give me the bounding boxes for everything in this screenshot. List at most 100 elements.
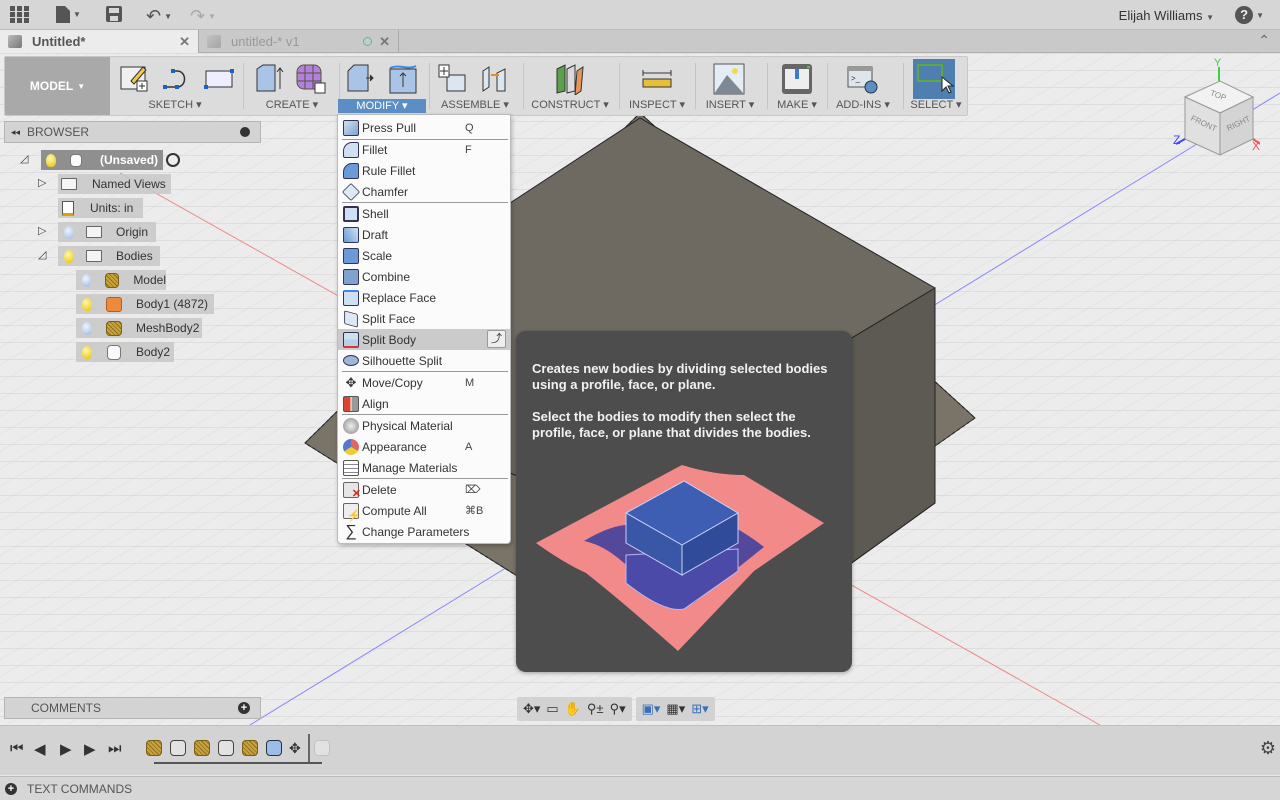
offset-plane-icon[interactable] (553, 63, 585, 96)
save-button[interactable] (106, 6, 122, 22)
menu-item-align[interactable]: Align (338, 393, 510, 414)
inspect-dropdown[interactable]: INSPECT ▾ (621, 98, 693, 111)
orbit-icon[interactable]: ✥▾ (523, 701, 540, 717)
timeline-body-feature[interactable] (218, 740, 234, 756)
timeline-mesh-feature[interactable] (146, 740, 162, 756)
tree-item-bodies[interactable]: Bodies (58, 246, 160, 266)
visibility-bulb-icon[interactable] (64, 225, 74, 239)
timeline-split-feature[interactable] (314, 740, 330, 756)
add-ins-dropdown[interactable]: ADD-INS ▾ (829, 98, 897, 111)
step-back-icon[interactable]: ◀ (34, 740, 46, 758)
menu-item-manage-materials[interactable]: Manage Materials (338, 457, 510, 478)
new-component-icon[interactable] (437, 63, 469, 95)
close-tab-icon[interactable]: ✕ (179, 34, 190, 50)
menu-item-chamfer[interactable]: Chamfer (338, 181, 510, 202)
menu-item-draft[interactable]: Draft (338, 224, 510, 245)
file-menu-button[interactable]: ▼ (56, 6, 81, 23)
menu-item-scale[interactable]: Scale (338, 245, 510, 266)
timeline-box-feature[interactable] (266, 740, 282, 756)
insert-image-icon[interactable] (713, 63, 745, 95)
tree-item-named-views[interactable]: Named Views (58, 174, 171, 194)
menu-item-move-copy[interactable]: ✥ Move/Copy M (338, 372, 510, 393)
select-dropdown[interactable]: SELECT ▾ (907, 98, 965, 111)
line-sketch-icon[interactable] (161, 63, 193, 95)
workspace-switcher[interactable]: MODEL ▼ (5, 57, 110, 115)
create-group[interactable]: CREATE ▾ (247, 57, 337, 115)
visibility-bulb-icon[interactable] (82, 273, 91, 287)
menu-item-replace-face[interactable]: Replace Face (338, 287, 510, 308)
tree-root[interactable]: (Unsaved) (41, 150, 163, 170)
sketch-group[interactable]: SKETCH ▾ (115, 57, 235, 115)
select-icon[interactable] (913, 59, 955, 99)
menu-item-fillet[interactable]: Fillet F (338, 139, 510, 160)
menu-item-appearance[interactable]: Appearance A (338, 436, 510, 457)
tree-item-body2[interactable]: Body2 (76, 342, 174, 362)
menu-item-split-face[interactable]: Split Face (338, 308, 510, 329)
create-dropdown[interactable]: CREATE ▾ (247, 98, 337, 111)
timeline-marker[interactable] (308, 734, 310, 764)
tab-untitled-v1[interactable]: untitled-* v1 ✕ (199, 30, 399, 53)
tree-item-origin[interactable]: Origin (58, 222, 156, 242)
step-forward-icon[interactable]: ▶ (60, 740, 72, 758)
sketch-dropdown[interactable]: SKETCH ▾ (115, 98, 235, 111)
close-tab-icon[interactable]: ✕ (379, 34, 390, 50)
insert-dropdown[interactable]: INSERT ▾ (697, 98, 763, 111)
modify-dropdown[interactable]: MODIFY ▾ (338, 99, 426, 113)
text-commands-bar[interactable]: + TEXT COMMANDS (0, 776, 1280, 800)
timeline-mesh-feature[interactable] (194, 740, 210, 756)
timeline-settings-gear-icon[interactable]: ⚙ (1260, 738, 1276, 759)
replace-face-icon[interactable] (388, 63, 420, 95)
add-ins-group[interactable]: >_ ADD-INS ▾ (829, 57, 897, 115)
fit-window-icon[interactable]: ⚲▾ (610, 701, 626, 717)
menu-item-rule-fillet[interactable]: Rule Fillet (338, 160, 510, 181)
comments-panel-header[interactable]: COMMENTS + (4, 697, 261, 719)
go-to-start-icon[interactable]: ⏮ (10, 740, 24, 757)
user-menu[interactable]: Elijah Williams ▼ (1119, 8, 1214, 23)
timeline-move-feature-icon[interactable]: ✥ (289, 740, 301, 757)
zoom-icon[interactable]: ⚲± (587, 701, 604, 717)
grid-settings-icon[interactable]: ▦▾ (666, 701, 685, 717)
collapse-triangle-icon[interactable]: ◿ (38, 248, 46, 261)
form-icon[interactable] (295, 63, 327, 95)
chevron-up-icon[interactable]: ⌃ (1258, 32, 1270, 49)
activate-radio-icon[interactable] (166, 153, 180, 167)
rectangle-sketch-icon[interactable] (203, 63, 235, 95)
play-icon[interactable]: ▶ (84, 740, 96, 758)
timeline-body-feature[interactable] (170, 740, 186, 756)
assemble-group[interactable]: ASSEMBLE ▾ (431, 57, 519, 115)
view-cube[interactable]: Y Z X TOP FRONT RIGHT (1170, 57, 1263, 171)
extrude-icon[interactable] (253, 63, 285, 95)
redo-button[interactable]: ↷ ▼ (190, 6, 216, 27)
display-settings-icon[interactable]: ▣▾ (642, 701, 661, 717)
assemble-dropdown[interactable]: ASSEMBLE ▾ (431, 98, 519, 111)
menu-item-physical-material[interactable]: Physical Material (338, 415, 510, 436)
menu-item-silhouette-split[interactable]: Silhouette Split (338, 350, 510, 371)
tree-item-body1[interactable]: Body1 (4872) (76, 294, 214, 314)
inspect-group[interactable]: INSPECT ▾ (621, 57, 693, 115)
make-group[interactable]: MAKE ▾ (769, 57, 825, 115)
visibility-bulb-icon[interactable] (46, 153, 56, 167)
menu-item-change-parameters[interactable]: ∑ Change Parameters (338, 521, 510, 542)
visibility-bulb-icon[interactable] (64, 249, 74, 263)
construct-dropdown[interactable]: CONSTRUCT ▾ (525, 98, 615, 111)
visibility-bulb-icon[interactable] (82, 321, 92, 335)
menu-item-delete[interactable]: ✕ Delete ⌦ (338, 479, 510, 500)
add-comment-icon[interactable]: + (238, 702, 250, 714)
undo-button[interactable]: ↶ ▼ (146, 6, 172, 27)
menu-item-split-body[interactable]: Split Body ⤴ (338, 329, 510, 350)
visibility-bulb-icon[interactable] (82, 345, 92, 359)
go-to-end-icon[interactable]: ⏭ (108, 740, 122, 757)
visibility-bulb-icon[interactable] (82, 297, 92, 311)
expand-triangle-icon[interactable]: ▷ (38, 224, 46, 237)
scripts-icon[interactable]: >_ (847, 63, 879, 95)
pin-to-toolbar-icon[interactable]: ⤴ (487, 330, 506, 348)
expand-triangle-icon[interactable]: ▷ (38, 176, 46, 189)
pan-hand-icon[interactable]: ✋ (565, 701, 581, 717)
tab-untitled[interactable]: Untitled* ✕ (0, 30, 199, 53)
help-button[interactable]: ? ▼ (1235, 6, 1264, 24)
joint-icon[interactable] (479, 63, 511, 95)
press-pull-icon[interactable] (344, 63, 376, 95)
browser-panel-header[interactable]: ◂◂ BROWSER (4, 121, 261, 143)
menu-item-shell[interactable]: Shell (338, 203, 510, 224)
viewports-icon[interactable]: ⊞▾ (691, 701, 708, 717)
